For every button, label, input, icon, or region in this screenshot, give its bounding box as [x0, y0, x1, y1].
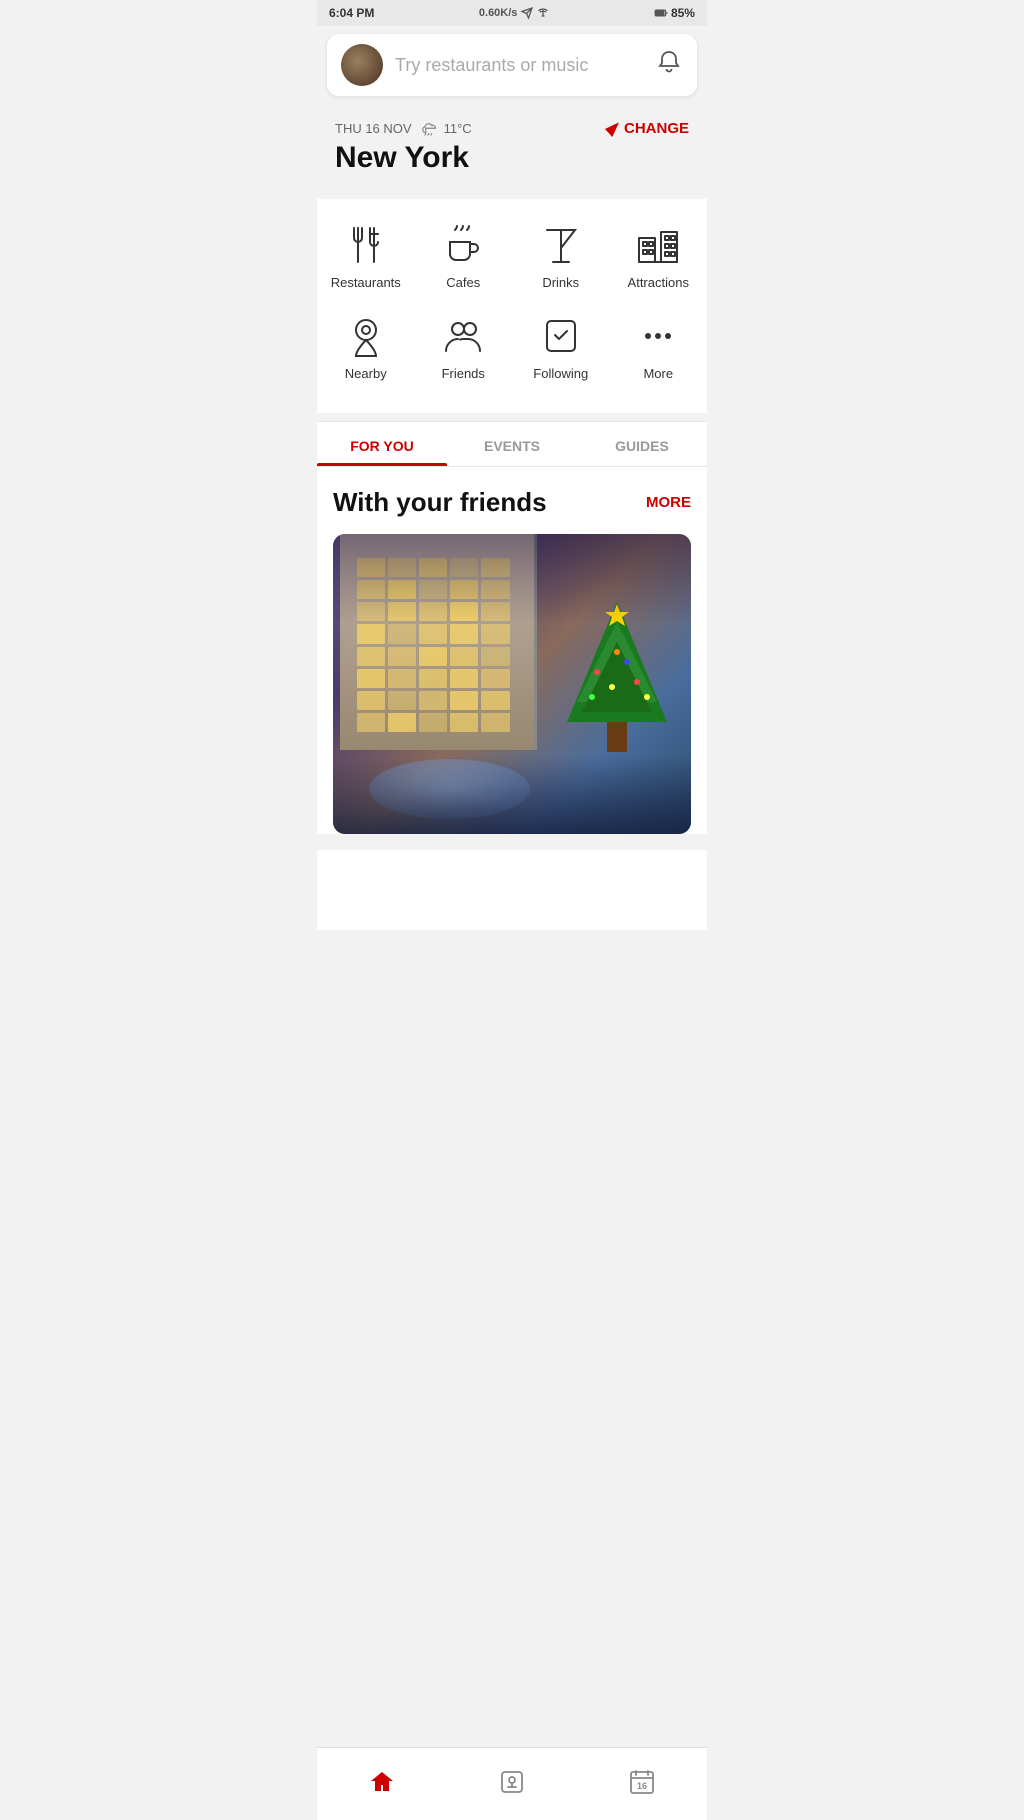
temperature-label: 11°C — [444, 121, 472, 136]
status-network: 0.60K/s — [479, 7, 550, 19]
svg-text:16: 16 — [637, 1781, 647, 1791]
section-header: With your friends MORE — [333, 487, 691, 518]
fork-knife-icon — [344, 223, 388, 267]
weather-info: 11°C — [422, 121, 472, 136]
nav-calendar[interactable]: 16 — [612, 1760, 672, 1804]
bottom-nav: 16 — [317, 1747, 707, 1820]
category-attractions[interactable]: Attractions — [613, 215, 703, 298]
status-time: 6:04 PM — [329, 6, 374, 20]
tab-for-you[interactable]: FOR YOU — [317, 422, 447, 466]
cafes-label: Cafes — [446, 275, 480, 290]
category-restaurants[interactable]: Restaurants — [321, 215, 411, 298]
friends-label: Friends — [442, 366, 485, 381]
following-label: Following — [533, 366, 588, 381]
status-bar: 6:04 PM 0.60K/s 85% — [317, 0, 707, 26]
more-link[interactable]: MORE — [646, 494, 691, 511]
status-battery: 85% — [654, 6, 695, 20]
cocktail-icon — [539, 223, 583, 267]
tab-guides[interactable]: GUIDES — [577, 422, 707, 466]
section-title: With your friends — [333, 487, 547, 518]
attractions-label: Attractions — [628, 275, 689, 290]
date-label: THU 16 NOV — [335, 121, 412, 136]
search-input[interactable]: Try restaurants or music — [395, 55, 643, 76]
tab-events[interactable]: EVENTS — [447, 422, 577, 466]
drinks-label: Drinks — [542, 275, 579, 290]
restaurants-label: Restaurants — [331, 275, 401, 290]
buildings-icon — [636, 223, 680, 267]
search-bar[interactable]: Try restaurants or music — [327, 34, 697, 96]
category-row-2: Nearby Friends Following — [317, 306, 707, 389]
location-section: THU 16 NOV 11°C CHANGE New York — [317, 104, 707, 199]
nearby-label: Nearby — [345, 366, 387, 381]
change-location-button[interactable]: CHANGE — [603, 120, 689, 137]
featured-image-card[interactable] — [333, 534, 691, 834]
date-weather-row: THU 16 NOV 11°C CHANGE — [335, 120, 689, 137]
for-you-section: With your friends MORE — [317, 467, 707, 834]
more-icon — [636, 314, 680, 358]
nav-home[interactable] — [352, 1760, 412, 1804]
friends-icon — [441, 314, 485, 358]
following-icon — [539, 314, 583, 358]
category-row-1: Restaurants Cafes Drinks — [317, 215, 707, 298]
tabs-section: FOR YOU EVENTS GUIDES — [317, 421, 707, 467]
category-grid: Restaurants Cafes Drinks — [317, 199, 707, 413]
avatar[interactable] — [341, 44, 383, 86]
rockefeller-image — [333, 534, 691, 834]
coffee-icon — [441, 223, 485, 267]
category-drinks[interactable]: Drinks — [516, 215, 606, 298]
nav-search[interactable] — [482, 1760, 542, 1804]
category-friends[interactable]: Friends — [418, 306, 508, 389]
location-pin-icon — [344, 314, 388, 358]
city-name: New York — [335, 141, 689, 175]
category-nearby[interactable]: Nearby — [321, 306, 411, 389]
category-cafes[interactable]: Cafes — [418, 215, 508, 298]
notification-bell-icon[interactable] — [655, 49, 683, 82]
tabs-row: FOR YOU EVENTS GUIDES — [317, 422, 707, 467]
more-label: More — [643, 366, 673, 381]
category-following[interactable]: Following — [516, 306, 606, 389]
category-more[interactable]: More — [613, 306, 703, 389]
